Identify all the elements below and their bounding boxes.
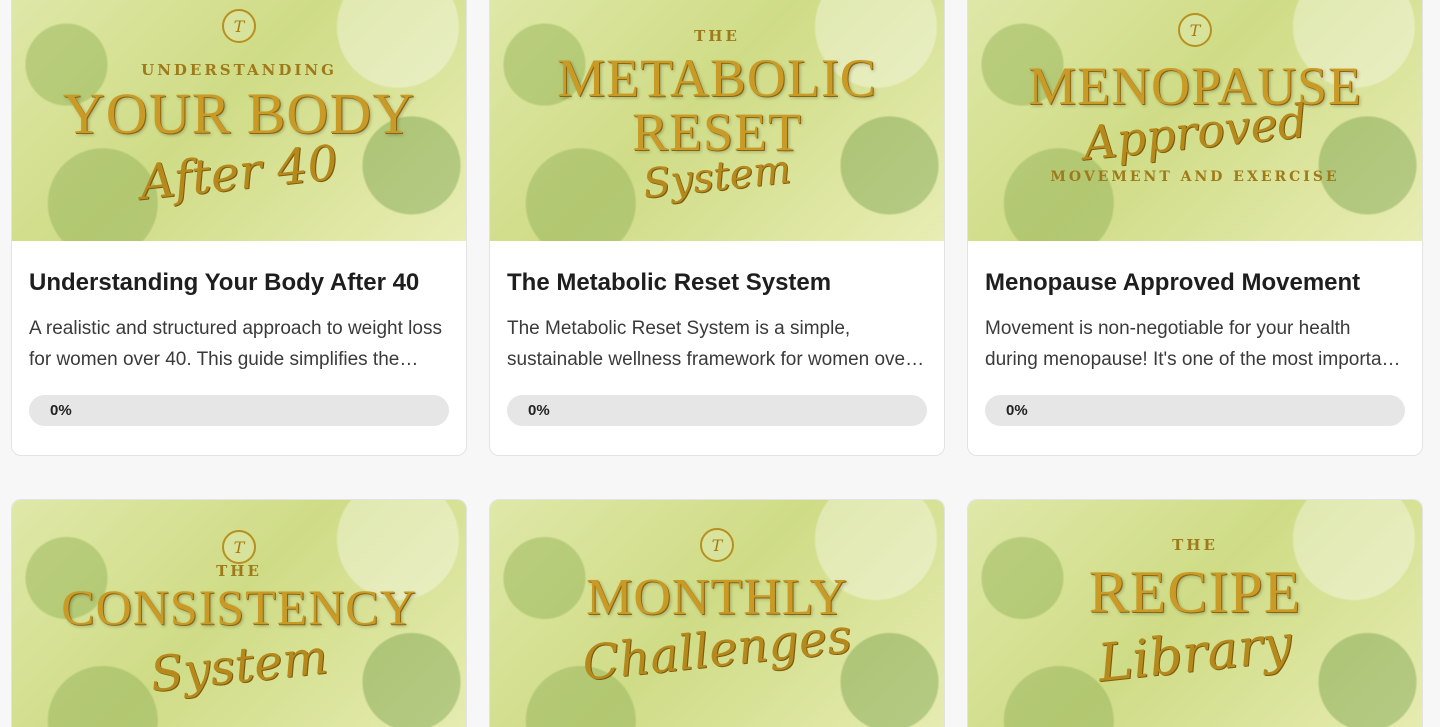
course-description: A realistic and structured approach to w… — [29, 318, 442, 370]
course-grid: T UNDERSTANDING YOUR BODY After 40 Under… — [0, 0, 1440, 727]
progress-bar: 0% — [985, 395, 1405, 426]
course-cover-image[interactable]: T MONTHLY Challenges — [490, 500, 944, 727]
brand-logo-icon: T — [222, 9, 256, 43]
course-card[interactable]: T MONTHLY Challenges — [489, 499, 945, 727]
course-cover-image[interactable]: THE METABOLIC RESET System — [490, 0, 944, 241]
course-card[interactable]: THE RECIPE Library — [967, 499, 1423, 727]
course-card[interactable]: T MENOPAUSE Approved MOVEMENT AND EXERCI… — [967, 0, 1423, 456]
course-cover-image[interactable]: T MENOPAUSE Approved MOVEMENT AND EXERCI… — [968, 0, 1422, 241]
progress-label: 0% — [1006, 402, 1028, 419]
course-card[interactable]: THE METABOLIC RESET System The Metabolic… — [489, 0, 945, 456]
brand-logo-icon: T — [1178, 13, 1212, 47]
course-cover-image[interactable]: THE RECIPE Library — [968, 500, 1422, 727]
course-cover-image[interactable]: T UNDERSTANDING YOUR BODY After 40 — [12, 0, 466, 241]
brand-logo-icon: T — [222, 530, 256, 564]
brand-logo-icon: T — [700, 528, 734, 562]
cover-subtitle: THE — [694, 27, 740, 45]
progress-label: 0% — [50, 402, 72, 419]
progress-bar: 0% — [29, 395, 449, 426]
course-card[interactable]: T THE CONSISTENCY System — [11, 499, 467, 727]
cover-subtitle: MOVEMENT AND EXERCISE — [1050, 169, 1340, 185]
cover-subtitle: UNDERSTANDING — [141, 61, 337, 79]
course-cover-image[interactable]: T THE CONSISTENCY System — [12, 500, 466, 727]
cover-subtitle: THE — [1172, 536, 1218, 554]
course-title[interactable]: Menopause Approved Movement — [985, 267, 1405, 299]
cover-subtitle: THE — [216, 562, 262, 580]
course-title[interactable]: The Metabolic Reset System — [507, 267, 927, 299]
progress-bar: 0% — [507, 395, 927, 426]
course-card[interactable]: T UNDERSTANDING YOUR BODY After 40 Under… — [11, 0, 467, 456]
progress-label: 0% — [528, 402, 550, 419]
course-title[interactable]: Understanding Your Body After 40 — [29, 267, 449, 299]
course-description: Movement is non-negotiable for your heal… — [985, 318, 1398, 370]
course-description: The Metabolic Reset System is a simple, … — [507, 318, 912, 370]
